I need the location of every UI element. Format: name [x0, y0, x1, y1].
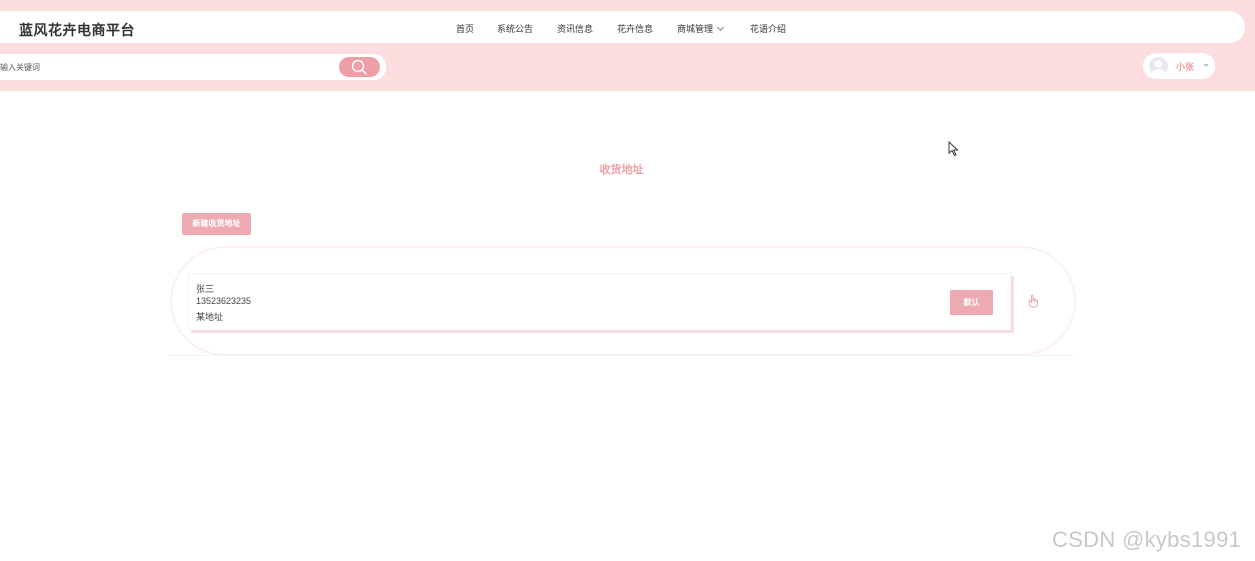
address-name: 张三 [196, 284, 215, 294]
watermark: CSDN @kybs1991 [1052, 527, 1242, 552]
address-card[interactable]: 张三 13523623235 某地址 默认 [188, 273, 1011, 330]
search-button[interactable] [339, 57, 380, 77]
search-input[interactable] [0, 54, 330, 80]
divider [168, 355, 1076, 356]
caret-down-icon [1203, 64, 1209, 67]
default-button[interactable]: 默认 [950, 290, 993, 315]
nav-item-flowers[interactable]: 花卉信息 [617, 22, 653, 35]
hand-pointer-icon[interactable] [1026, 293, 1042, 309]
address-phone: 13523623235 [196, 296, 252, 306]
nav-item-flower-language[interactable]: 花语介绍 [750, 22, 786, 35]
search-icon [351, 59, 367, 75]
nav-item-mall-management-label: 商城管理 [677, 24, 714, 34]
search-box [0, 54, 386, 80]
nav-item-home[interactable]: 首页 [456, 22, 474, 35]
header: 蓝风花卉电商平台 首页 系统公告 资讯信息 花卉信息 商城管理 花语介绍 请输入… [0, 0, 1255, 91]
user-menu[interactable]: 小张 [1143, 53, 1215, 79]
nav-item-mall-management[interactable]: 商城管理 [677, 22, 725, 35]
nav-item-news[interactable]: 资讯信息 [557, 22, 593, 35]
user-avatar-icon [1151, 60, 1166, 76]
page-title: 收货地址 [599, 164, 644, 176]
nav-item-announcements[interactable]: 系统公告 [497, 22, 533, 35]
page: 蓝风花卉电商平台 首页 系统公告 资讯信息 花卉信息 商城管理 花语介绍 请输入… [0, 0, 1255, 561]
avatar [1149, 57, 1168, 76]
mouse-cursor-icon [948, 141, 959, 157]
address-detail: 某地址 [196, 312, 224, 322]
new-address-button[interactable]: 新建收货地址 [182, 213, 251, 235]
chevron-down-icon [716, 23, 725, 32]
main-nav: 首页 系统公告 资讯信息 花卉信息 商城管理 花语介绍 [0, 22, 1255, 36]
user-name: 小张 [1176, 62, 1195, 72]
